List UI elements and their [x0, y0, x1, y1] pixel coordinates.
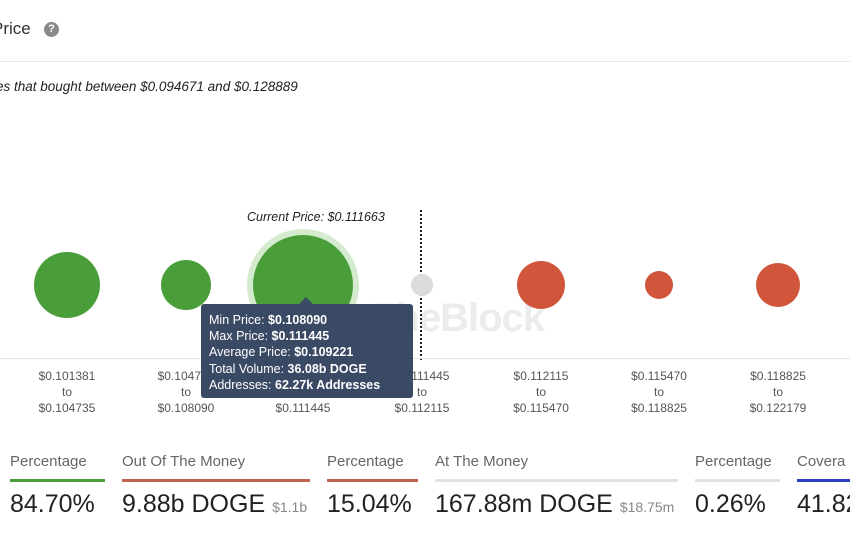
stat-underline: [435, 479, 678, 482]
bin-label: $0.101381 to $0.104735: [12, 368, 122, 416]
bin-from: $0.118825: [750, 369, 806, 383]
tooltip-volume: Total Volume: 36.08b DOGE: [209, 361, 367, 376]
stat-value: 41.82: [797, 490, 850, 519]
stat-header: Percentage: [695, 453, 772, 470]
stat-column: Out Of The Money 9.88b DOGE $1.1b: [122, 453, 310, 519]
stat-value-text: 0.26%: [695, 490, 766, 518]
stat-header: Percentage: [327, 453, 404, 470]
bubble-out-the-money[interactable]: [517, 261, 565, 309]
bin-to-word: to: [535, 385, 546, 399]
current-price-label: Current Price: $0.111663: [247, 210, 385, 224]
stat-value-text: 84.70%: [10, 490, 95, 518]
chart-baseline: [0, 358, 850, 359]
bin-to: $0.111445: [275, 401, 331, 415]
stat-value-text: 41.82: [797, 490, 850, 518]
stat-usd-value: $1.1b: [272, 499, 308, 515]
stat-value: 167.88m DOGE $18.75m: [435, 490, 678, 519]
chart-subtitle: es that bought between $0.094671 and $0.…: [0, 79, 298, 94]
stat-underline: [327, 479, 418, 482]
bin-to: $0.104735: [38, 401, 96, 415]
bin-to-word: to: [653, 385, 664, 399]
bin-label: $0.115470 to $0.118825: [604, 368, 714, 416]
bubble-in-the-money[interactable]: [161, 260, 211, 310]
stat-header: At The Money: [435, 453, 529, 470]
bin-from: $0.101381: [38, 369, 96, 383]
stat-column: Covera 41.82: [797, 453, 850, 519]
tooltip-max: Max Price: $0.111445: [209, 329, 330, 344]
bubble-out-the-money[interactable]: [645, 271, 673, 299]
bin-from: $0.112115: [513, 369, 569, 383]
stat-value: 0.26%: [695, 490, 780, 519]
stat-column: Percentage 84.70%: [10, 453, 105, 519]
divider: [0, 61, 850, 62]
stat-value: 84.70%: [10, 490, 105, 519]
stat-header: Percentage: [10, 453, 87, 470]
tooltip-addresses: Addresses: 62.27k Addresses: [209, 377, 381, 392]
bin-to: $0.112115: [394, 401, 450, 415]
stat-value: 9.88b DOGE $1.1b: [122, 490, 310, 519]
bubble-at-the-money[interactable]: [411, 274, 433, 296]
stat-value-text: 167.88m DOGE: [435, 490, 613, 518]
bubble-in-the-money[interactable]: [34, 252, 100, 318]
bin-to: $0.115470: [513, 401, 569, 415]
bin-to: $0.122179: [749, 401, 807, 415]
stat-value-text: 15.04%: [327, 490, 412, 518]
bin-from: $0.115470: [631, 369, 687, 383]
stat-column: Percentage 15.04%: [327, 453, 418, 519]
question-circle-icon[interactable]: ?: [44, 22, 59, 37]
stat-underline: [10, 479, 105, 482]
bin-to-word: to: [772, 385, 783, 399]
stat-header: Covera: [797, 453, 846, 470]
tooltip-avg: Average Price: $0.109221: [209, 345, 354, 360]
bubble-tooltip: Min Price: $0.108090 Max Price: $0.11144…: [201, 297, 413, 398]
stat-column: Percentage 0.26%: [695, 453, 780, 519]
bubble-out-the-money[interactable]: [756, 263, 800, 307]
bin-to-word: to: [61, 385, 72, 399]
bin-label: $0.118825 to $0.122179: [723, 368, 833, 416]
stat-underline: [122, 479, 310, 482]
stat-column: At The Money 167.88m DOGE $18.75m: [435, 453, 678, 519]
stat-underline: [695, 479, 780, 482]
page-title: Price: [0, 19, 31, 38]
stat-header: Out Of The Money: [122, 453, 246, 470]
stat-underline: [797, 479, 850, 482]
bin-to: $0.108090: [157, 401, 215, 415]
tooltip-min: Min Price: $0.108090: [209, 313, 328, 327]
stat-usd-value: $18.75m: [619, 499, 675, 515]
stat-value-text: 9.88b DOGE: [122, 490, 266, 518]
bin-to: $0.118825: [631, 401, 687, 415]
bin-label: $0.112115 to $0.115470: [486, 368, 596, 416]
stat-value: 15.04%: [327, 490, 418, 519]
